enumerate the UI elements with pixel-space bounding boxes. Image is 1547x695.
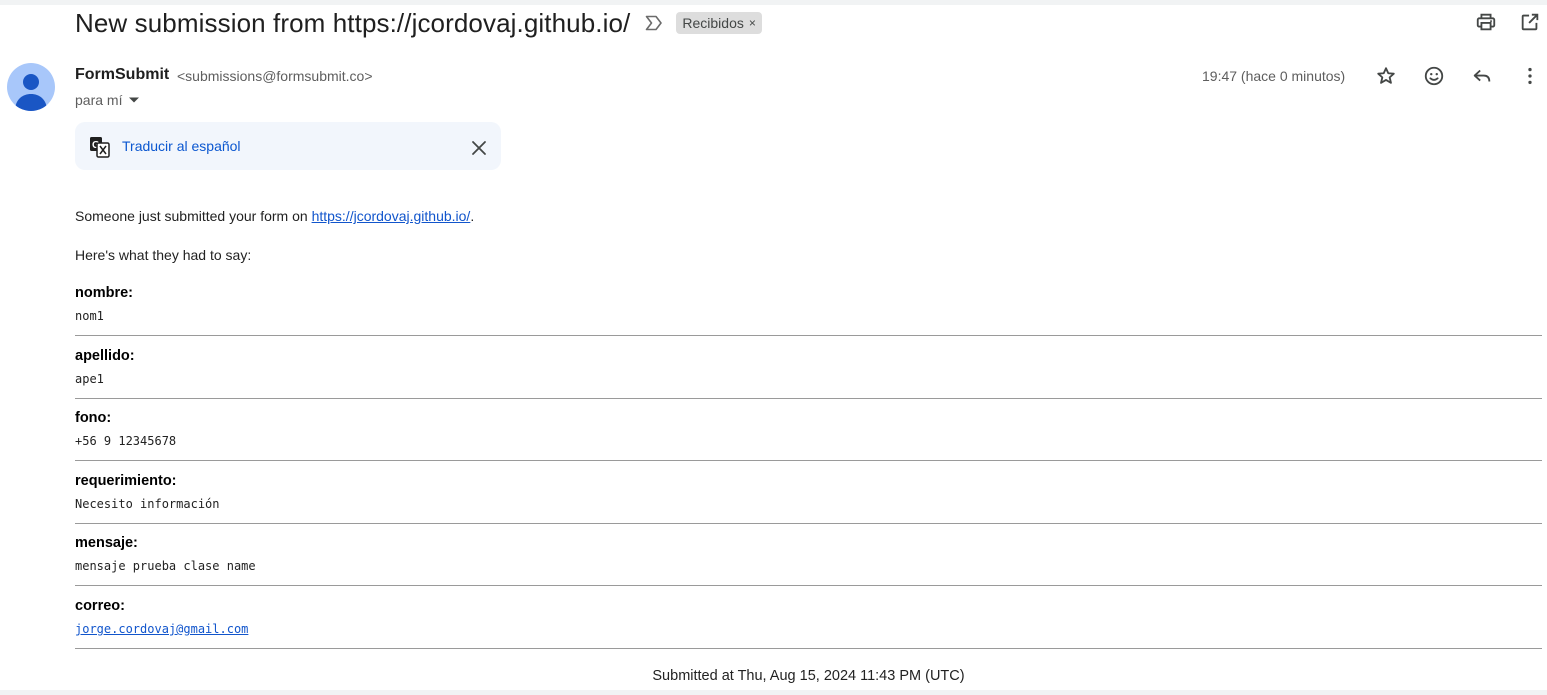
translate-link[interactable]: Traducir al español [122,138,241,154]
open-in-new-window-button[interactable] [1516,8,1544,36]
intro-prefix: Someone just submitted your form on [75,208,312,224]
form-fields: nombre: nom1 apellido: ape1 fono: +56 9 … [75,285,1542,661]
field-row: mensaje: mensaje prueba clase name [75,535,1542,598]
field-row: apellido: ape1 [75,348,1542,411]
body-subheading: Here's what they had to say: [75,247,252,263]
field-name: apellido: [75,347,135,364]
site-link[interactable]: https://jcordovaj.github.io/ [312,208,471,224]
translate-banner: G Traducir al español [75,122,501,170]
bottom-border [0,690,1547,695]
field-value: mensaje prueba clase name [75,559,256,574]
person-icon [15,74,47,111]
label-chip-text: Recibidos [682,15,744,31]
field-row: requerimiento: Necesito información [75,473,1542,536]
star-button[interactable] [1372,62,1400,90]
field-value: ape1 [75,371,104,386]
recipient-row[interactable]: para mí [75,92,142,108]
field-divider [75,397,1542,399]
intro-suffix: . [470,208,475,224]
intro-text: Someone just submitted your form on http… [75,207,474,225]
reply-button[interactable] [1468,62,1496,90]
caret-down-icon[interactable] [126,92,142,108]
print-button[interactable] [1472,8,1500,36]
more-vert-icon [1528,67,1532,85]
translate-icon: G [89,136,110,158]
field-divider [75,460,1542,462]
emoji-react-icon [1424,66,1444,86]
close-icon [472,141,486,155]
field-name: nombre: [75,285,133,301]
field-divider [75,335,1542,336]
reply-icon [1473,69,1491,82]
email-subject: New submission from https://jcordovaj.gi… [75,7,631,38]
top-border [0,0,1547,5]
field-name: fono: [75,410,112,427]
sender-name[interactable]: FormSubmit [75,66,169,84]
more-options-button[interactable] [1516,62,1544,90]
star-icon [1377,67,1395,84]
importance-marker-icon[interactable] [644,13,664,33]
inbox-label-chip[interactable]: Recibidos × [676,12,762,34]
field-row: fono: +56 9 12345678 [75,410,1542,473]
email-link[interactable]: jorge.cordovaj@gmail.com [75,622,248,636]
recipient-label: para mí [75,92,123,108]
field-value: nom1 [75,309,104,323]
label-remove-button[interactable]: × [749,16,756,30]
field-value: Necesito información [75,496,220,511]
print-icon [1476,13,1496,31]
email-timestamp: 19:47 (hace 0 minutos) [1202,68,1346,84]
sender-email: <submissions@formsubmit.co> [177,68,373,84]
open-in-new-window-icon [1521,13,1539,31]
submitted-timestamp: Submitted at Thu, Aug 15, 2024 11:43 PM … [652,668,965,684]
field-row: nombre: nom1 [75,285,1542,348]
field-divider [75,522,1542,524]
subject-row: New submission from https://jcordovaj.gi… [75,6,762,40]
field-name: correo: [75,597,125,614]
sender-avatar[interactable] [7,63,55,111]
add-reaction-button[interactable] [1420,62,1448,90]
field-row: correo: jorge.cordovaj@gmail.com [75,598,1542,661]
close-translate-button[interactable] [465,134,493,162]
field-name: mensaje: [75,535,138,552]
field-name: requerimiento: [75,472,177,489]
field-divider [75,585,1542,587]
field-divider [75,647,1542,649]
field-value: +56 9 12345678 [75,434,177,449]
